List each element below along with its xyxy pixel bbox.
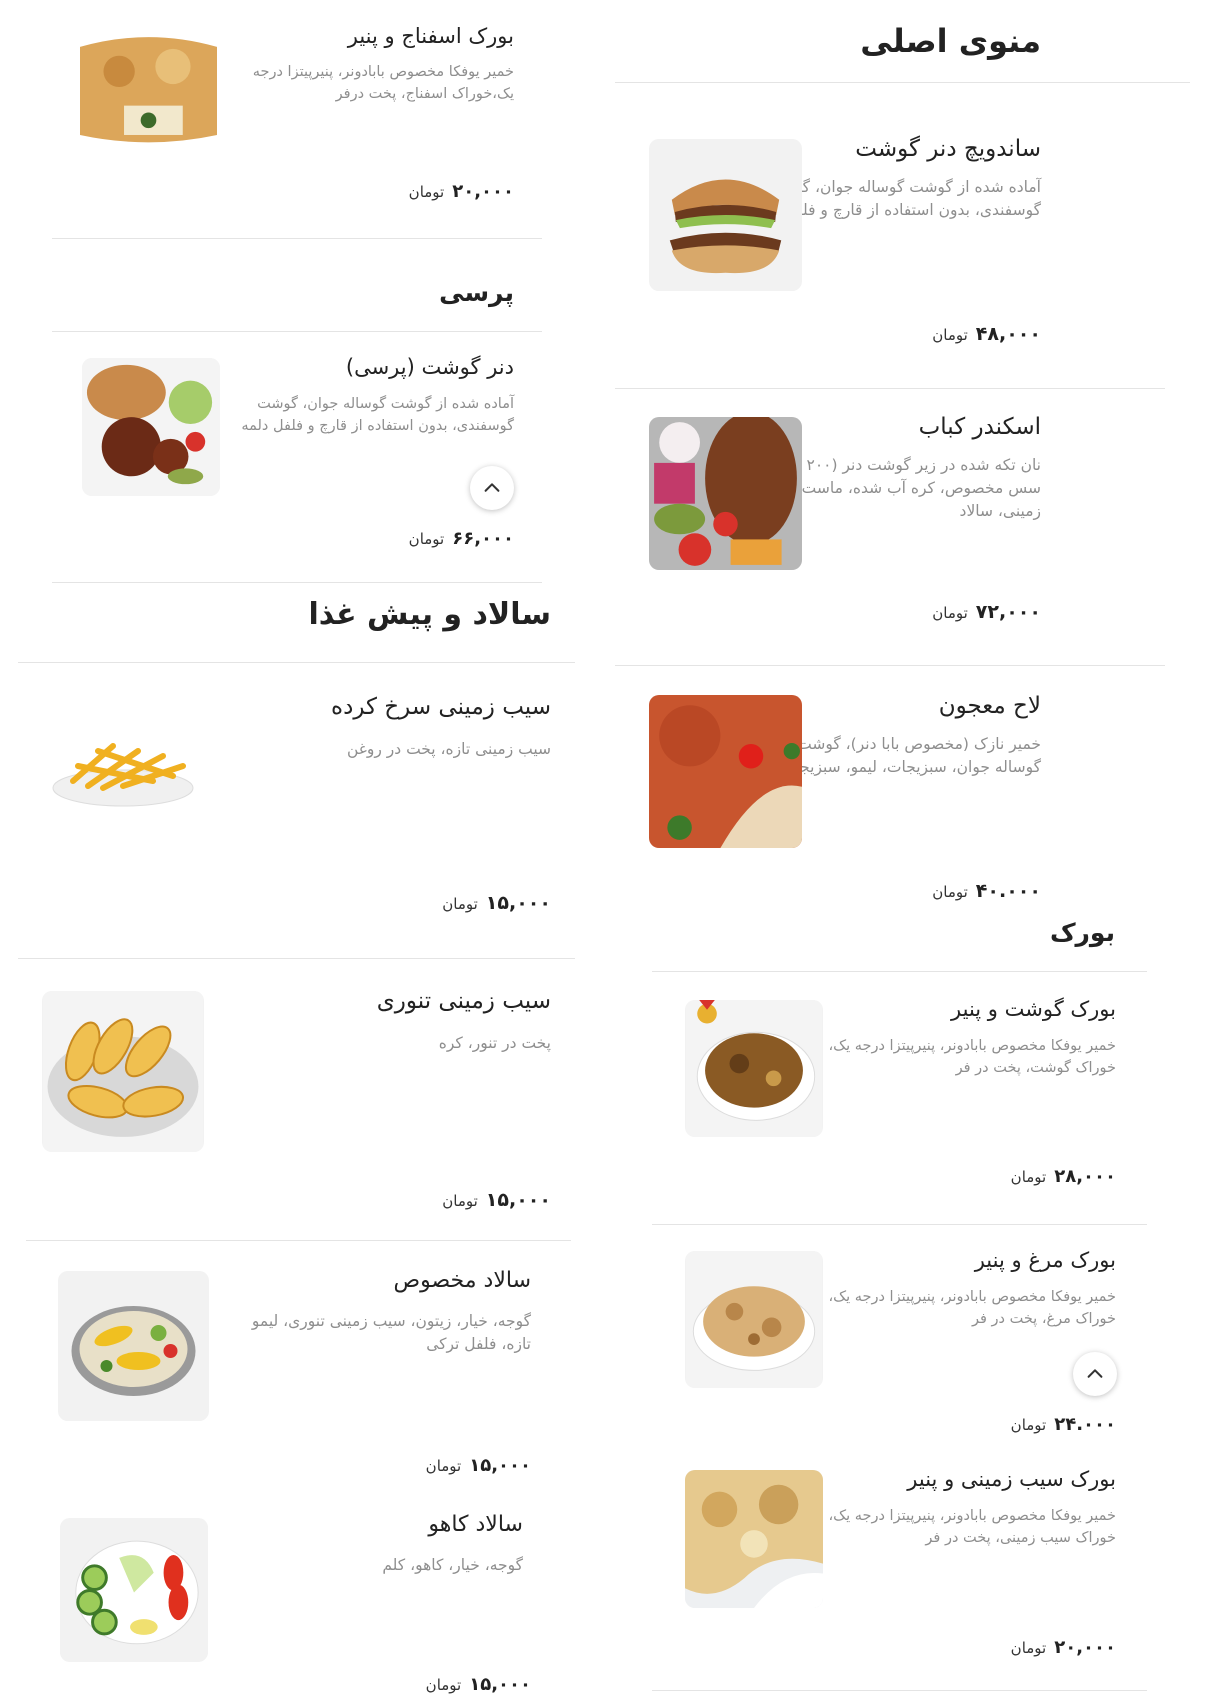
divider (52, 582, 542, 583)
price-value: ۱۵,۰۰۰ (469, 1674, 531, 1695)
item-description: خمیر یوفکا مخصوص بابادونر، پنیرپیتزا درج… (828, 1038, 1116, 1076)
special-salad-photo[interactable] (58, 1271, 209, 1421)
item-name: بورک اسفناج و پنیر (347, 24, 514, 48)
item-price: ۲۸,۰۰۰ تومان (1011, 1166, 1116, 1187)
currency-label: تومان (932, 883, 968, 901)
currency-label: تومان (425, 1457, 462, 1475)
persi-section-title: پرسی (439, 278, 514, 307)
item-description: پخت در تنور، کره (438, 1034, 551, 1052)
scroll-to-top-button[interactable] (1073, 1352, 1117, 1396)
price-value: ۱۵,۰۰۰ (485, 1189, 551, 1211)
potato-cheese-borek-photo[interactable] (685, 1470, 823, 1608)
item-price: ۱۵,۰۰۰ تومان (442, 1189, 551, 1211)
scroll-to-top-button[interactable] (470, 466, 514, 510)
item-price: ۱۵,۰۰۰ تومان (426, 1674, 531, 1695)
main-menu-title: منوی اصلی (860, 22, 1041, 60)
item-price: ۲۴.۰۰۰ تومان (1011, 1414, 1116, 1435)
item-name: لاح معجون (938, 693, 1041, 719)
currency-label: تومان (932, 604, 968, 622)
currency-label: تومان (1010, 1639, 1047, 1657)
meat-cheese-borek-photo[interactable] (685, 1000, 823, 1137)
price-value: ۱۵,۰۰۰ (469, 1455, 531, 1476)
chevron-up-icon (484, 483, 500, 492)
price-value: ۲۴.۰۰۰ (1054, 1414, 1116, 1435)
divider (652, 1690, 1147, 1691)
divider (52, 238, 542, 239)
currency-label: تومان (932, 326, 968, 344)
item-price: ۷۲,۰۰۰ تومان (932, 601, 1041, 623)
item-name: ساندویچ دنر گوشت (855, 136, 1041, 162)
doner-sandwich-photo[interactable] (649, 139, 802, 291)
currency-label: تومان (1010, 1416, 1047, 1434)
french-fries-photo[interactable] (42, 696, 204, 816)
price-value: ۴۸,۰۰۰ (975, 323, 1041, 345)
item-name: سالاد مخصوص (393, 1268, 532, 1293)
item-price: ۲۰,۰۰۰ تومان (409, 181, 514, 202)
divider (615, 388, 1165, 389)
currency-label: تومان (442, 895, 478, 913)
item-name: سیب زمینی تنوری (376, 988, 551, 1014)
currency-label: تومان (442, 1192, 478, 1210)
item-name: بورک سیب زمینی و پنیر (907, 1467, 1116, 1491)
item-description: گوجه، خیار، کاهو، کلم (382, 1556, 523, 1574)
item-name: دنر گوشت (پرسی) (345, 355, 514, 379)
iskender-kebab-photo[interactable] (649, 417, 802, 570)
item-description: آماده شده از گوشت گوساله جوان، گوشت گوسف… (241, 396, 514, 434)
price-value: ۲۸,۰۰۰ (1054, 1166, 1116, 1187)
item-description: خمیر یوفکا مخصوص بابادونر، پنیرپیتزا درج… (828, 1508, 1116, 1546)
item-price: ۴۰.۰۰۰ تومان (932, 880, 1041, 902)
price-value: ۱۵,۰۰۰ (485, 892, 551, 914)
price-value: ۲۰,۰۰۰ (452, 181, 514, 202)
item-price: ۱۵,۰۰۰ تومان (426, 1455, 531, 1476)
divider (652, 971, 1147, 972)
baked-potato-photo[interactable] (42, 991, 204, 1152)
chicken-cheese-borek-photo[interactable] (685, 1251, 823, 1388)
price-value: ۴۰.۰۰۰ (975, 880, 1041, 902)
item-description: خمیر یوفکا مخصوص بابادونر، پنیرپیتزا درج… (252, 64, 514, 102)
currency-label: تومان (1010, 1168, 1047, 1186)
salad-section-title: سالاد و پیش غذا (308, 597, 551, 632)
currency-label: تومان (408, 530, 445, 548)
chevron-up-icon (1087, 1369, 1103, 1378)
item-description: سیب زمینی تازه، پخت در روغن (346, 740, 551, 758)
divider (615, 665, 1165, 666)
item-price: ۱۵,۰۰۰ تومان (442, 892, 551, 914)
price-value: ۲۰,۰۰۰ (1054, 1637, 1116, 1658)
divider (652, 1224, 1147, 1225)
price-value: ۷۲,۰۰۰ (975, 601, 1041, 623)
item-name: سالاد کاهو (428, 1512, 523, 1537)
item-price: ۶۶,۰۰۰ تومان (409, 528, 514, 549)
lahmacun-photo[interactable] (649, 695, 802, 848)
item-description: خمیر یوفکا مخصوص بابادونر، پنیرپیتزا درج… (828, 1289, 1116, 1327)
borek-section-title: بورک (1049, 918, 1115, 947)
doner-plate-photo[interactable] (82, 358, 220, 496)
spinach-borek-photo[interactable] (80, 27, 217, 150)
lettuce-salad-photo[interactable] (60, 1518, 208, 1662)
divider (615, 82, 1190, 83)
item-description: گوجه، خیار، زیتون، سیب زمینی تنوری، لیمو… (251, 1312, 531, 1353)
item-name: اسکندر کباب (918, 414, 1041, 440)
item-price: ۲۰,۰۰۰ تومان (1011, 1637, 1116, 1658)
item-price: ۴۸,۰۰۰ تومان (932, 323, 1041, 345)
item-name: سیب زمینی سرخ کرده (331, 694, 551, 720)
currency-label: تومان (408, 183, 445, 201)
currency-label: تومان (425, 1676, 462, 1694)
divider (52, 331, 542, 332)
divider (26, 1240, 571, 1241)
item-name: بورک مرغ و پنیر (974, 1248, 1116, 1272)
divider (18, 662, 575, 663)
price-value: ۶۶,۰۰۰ (452, 528, 514, 549)
item-name: بورک گوشت و پنیر (951, 997, 1116, 1021)
divider (18, 958, 575, 959)
